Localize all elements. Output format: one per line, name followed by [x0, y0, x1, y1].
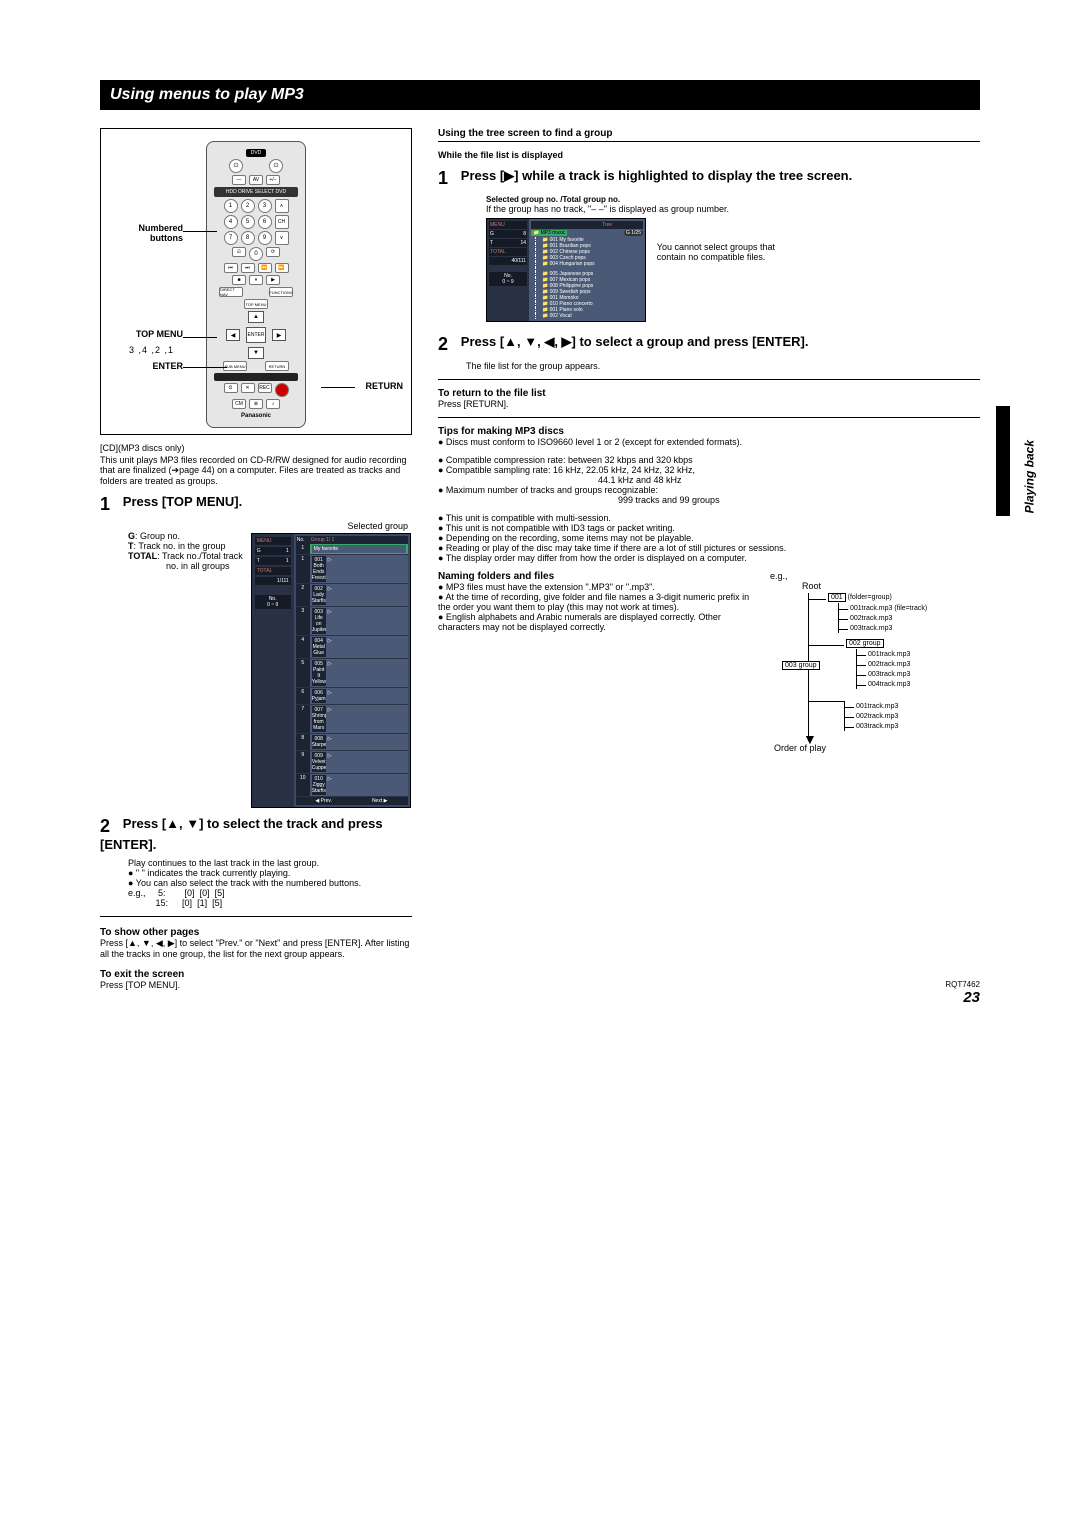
order-of-play: Order of play	[774, 743, 826, 753]
disc-note: [CD](MP3 discs only)	[100, 443, 412, 453]
step1R-number: 1	[438, 168, 458, 189]
exit-body: Press [TOP MENU].	[100, 980, 412, 990]
doc-code: RQT7462	[945, 980, 980, 989]
page-title: Using menus to play MP3	[100, 80, 980, 110]
legend: G: Group no. T: Track no. in the group T…	[128, 531, 243, 571]
label-enter: ENTER	[111, 361, 183, 371]
naming-3: ● English alphabets and Arabic numerals …	[438, 612, 752, 632]
eg-label: e.g.,	[770, 571, 980, 581]
while-label: While the file list is displayed	[438, 150, 980, 160]
tip6: ● This unit is not compatible with ID3 t…	[438, 523, 980, 533]
step1R-title: Press [▶] while a track is highlighted t…	[461, 168, 852, 183]
selected-group-note: If the group has no track, "– –" is disp…	[486, 204, 980, 214]
step2L-number: 2	[100, 816, 120, 837]
folder-tree-diagram: Root ▼ 001 (folder=group) 001track.mp3 (…	[774, 581, 964, 761]
brand: Panasonic	[211, 413, 301, 419]
other-pages-body: Press [▲, ▼, ◀, ▶] to select "Prev." or …	[100, 938, 412, 959]
step2L-title: Press [▲, ▼] to select the track and pre…	[100, 816, 383, 852]
step2R-body: The file list for the group appears.	[466, 361, 980, 371]
numbered-note: ● You can also select the track with the…	[128, 878, 412, 888]
tree-screenshot: MENU G8 T14 TOTAL 40/111 No.0 ~ 9 Tree 📁…	[486, 218, 646, 322]
naming-head: Naming folders and files	[438, 571, 752, 582]
intro-text: This unit plays MP3 files recorded on CD…	[100, 455, 412, 486]
tip4b: 999 tracks and 99 groups	[618, 495, 980, 505]
footer: RQT7462 23	[945, 980, 980, 1006]
side-tab	[996, 406, 1010, 516]
selected-group-no: Selected group no. /Total group no.	[486, 195, 980, 204]
step1-title: Press [TOP MENU].	[123, 494, 242, 509]
return-list-head: To return to the file list	[438, 388, 980, 399]
tip3b: 44.1 kHz and 48 kHz	[598, 475, 980, 485]
return-list-body: Press [RETURN].	[438, 399, 980, 409]
tip4: ● Maximum number of tracks and groups re…	[438, 485, 980, 495]
tip9: ● The display order may differ from how …	[438, 553, 980, 563]
tip8: ● Reading or play of the disc may take t…	[438, 543, 980, 553]
play-continues: Play continues to the last track in the …	[128, 858, 412, 868]
naming-1: ● MP3 files must have the extension ".MP…	[438, 582, 752, 592]
current-track-note: ● " " indicates the track currently play…	[128, 868, 412, 878]
label-return: RETURN	[366, 381, 404, 391]
step1-number: 1	[100, 494, 120, 515]
menu-screenshot: MENU G 1 T 1 TOTAL 1/111 No.0 ~ 9 No.Gro…	[251, 533, 411, 808]
label-numbered: Numbered buttons	[111, 223, 183, 243]
label-sequence: 3 ,4 ,2 ,1	[129, 345, 174, 355]
other-pages-head: To show other pages	[100, 927, 412, 938]
step2R-number: 2	[438, 334, 458, 355]
step2R-title: Press [▲, ▼, ◀, ▶] to select a group and…	[461, 334, 809, 349]
tip2: ● Compatible compression rate: between 3…	[438, 455, 980, 465]
tree-heading: Using the tree screen to find a group	[438, 128, 980, 139]
tip3: ● Compatible sampling rate: 16 kHz, 22.0…	[438, 465, 980, 475]
tips-head: Tips for making MP3 discs	[438, 426, 980, 437]
label-topmenu: TOP MENU	[111, 329, 183, 339]
section-tab-label: Playing back	[1022, 440, 1036, 513]
page-number: 23	[945, 989, 980, 1006]
exit-head: To exit the screen	[100, 969, 412, 980]
remote-diagram: Numbered buttons TOP MENU 3 ,4 ,2 ,1 ENT…	[100, 128, 412, 435]
selected-group-label: Selected group	[100, 521, 408, 531]
tip5: ● This unit is compatible with multi-ses…	[438, 513, 980, 523]
tip1: ● Discs must conform to ISO9660 level 1 …	[438, 437, 980, 447]
drive-select-bar: HDD DRIVE SELECT DVD	[214, 187, 298, 197]
tree-aside: You cannot select groups that contain no…	[657, 242, 787, 262]
tip7: ● Depending on the recording, some items…	[438, 533, 980, 543]
eg: e.g., 5: [0] [0] [5] 15: [0] [1] [5]	[128, 888, 412, 908]
naming-2: ● At the time of recording, give folder …	[438, 592, 752, 612]
